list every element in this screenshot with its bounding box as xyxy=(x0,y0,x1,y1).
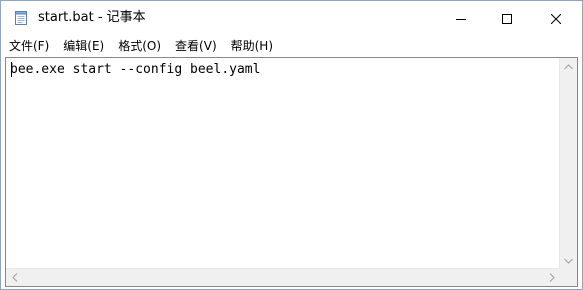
menu-view[interactable]: 查看(V) xyxy=(168,36,224,56)
horizontal-scrollbar[interactable] xyxy=(6,268,560,286)
scroll-right-arrow-icon[interactable] xyxy=(543,269,560,286)
notepad-icon xyxy=(14,10,28,25)
text-editor[interactable]: bee.exe start --config beel.yaml xyxy=(5,57,578,287)
close-button[interactable] xyxy=(530,1,582,35)
scroll-up-arrow-icon[interactable] xyxy=(560,58,577,75)
scroll-down-arrow-icon[interactable] xyxy=(560,252,577,269)
menu-help[interactable]: 帮助(H) xyxy=(224,36,280,56)
maximize-icon xyxy=(502,9,512,28)
menu-file[interactable]: 文件(F) xyxy=(1,36,56,56)
menu-bar: 文件(F) 编辑(E) 格式(O) 查看(V) 帮助(H) xyxy=(1,35,582,56)
scroll-left-arrow-icon[interactable] xyxy=(6,269,23,286)
scrollbar-corner xyxy=(560,269,577,286)
editor-text[interactable]: bee.exe start --config beel.yaml xyxy=(10,61,260,78)
title-bar[interactable]: start.bat - 记事本 xyxy=(1,1,582,35)
minimize-button[interactable] xyxy=(438,1,484,35)
window-title: start.bat - 记事本 xyxy=(38,10,146,25)
text-caret xyxy=(11,62,12,77)
vertical-scrollbar[interactable] xyxy=(559,58,577,269)
menu-edit[interactable]: 编辑(E) xyxy=(56,36,111,56)
close-icon xyxy=(550,9,562,28)
notepad-window: start.bat - 记事本 文件(F) 编辑(E) 格式(O) 查看(V) … xyxy=(0,0,583,290)
menu-format[interactable]: 格式(O) xyxy=(111,36,168,56)
minimize-icon xyxy=(456,9,466,28)
maximize-button[interactable] xyxy=(484,1,530,35)
